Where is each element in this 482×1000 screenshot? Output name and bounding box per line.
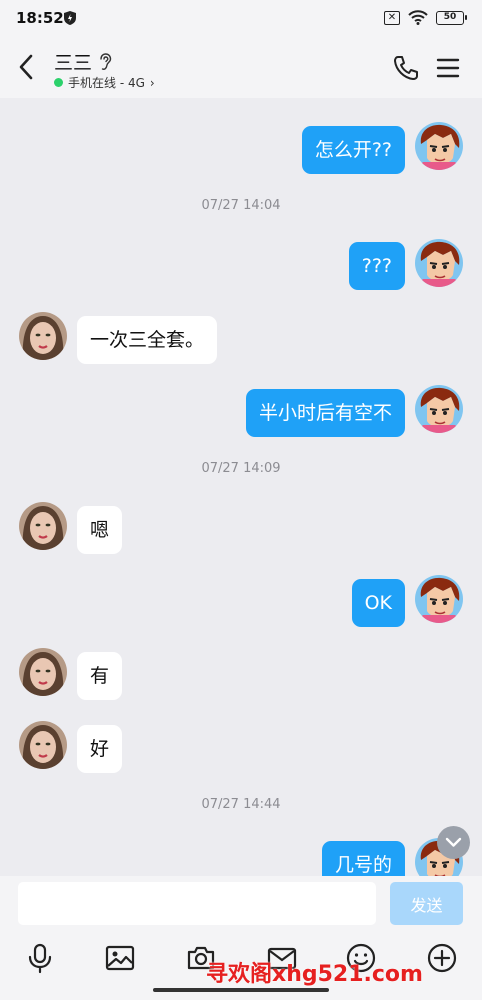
phone-call-button[interactable] xyxy=(392,54,420,82)
cartoon-avatar-image xyxy=(415,575,463,623)
message-input[interactable] xyxy=(18,882,376,925)
incoming-message[interactable]: 一次三全套。 xyxy=(77,316,218,364)
online-status-text: 手机在线 - 4G xyxy=(68,76,145,90)
contact-avatar[interactable] xyxy=(19,312,67,360)
wifi-icon xyxy=(408,10,428,25)
contact-avatar[interactable] xyxy=(19,502,67,550)
chat-header: 三三 手机在线 - 4G › xyxy=(0,38,482,98)
my-avatar[interactable] xyxy=(415,239,463,287)
online-status[interactable]: 手机在线 - 4G › xyxy=(54,74,155,91)
plus-icon[interactable] xyxy=(426,942,458,974)
watermark-text: 寻欢阁xhg521.com xyxy=(206,962,423,987)
photo-avatar-image xyxy=(19,312,67,360)
status-bar: 18:52 ✕ 50 xyxy=(0,0,482,38)
cartoon-avatar-image xyxy=(415,122,463,170)
outgoing-message[interactable]: 怎么开?? xyxy=(301,126,405,174)
chevron-down-icon xyxy=(445,837,462,847)
contact-name: 三三 xyxy=(54,52,93,74)
outgoing-message[interactable]: OK xyxy=(351,579,405,627)
shield-icon xyxy=(64,11,76,25)
outgoing-message[interactable]: 半小时后有空不 xyxy=(245,389,405,437)
cartoon-avatar-image xyxy=(415,239,463,287)
outgoing-message[interactable]: ??? xyxy=(348,242,405,290)
ear-icon xyxy=(100,52,112,70)
incoming-message[interactable]: 好 xyxy=(77,725,123,773)
contact-title-row[interactable]: 三三 xyxy=(54,48,112,75)
battery-icon: 50 xyxy=(436,10,467,25)
mic-icon[interactable] xyxy=(24,942,56,974)
my-avatar[interactable] xyxy=(415,122,463,170)
image-icon[interactable] xyxy=(104,942,136,974)
scroll-to-bottom-button[interactable] xyxy=(437,826,470,859)
message-list[interactable]: 怎么开?? 07/27 14:04 ??? 一次三全套。 半小时后有空不 07/… xyxy=(0,98,482,876)
photo-avatar-image xyxy=(19,648,67,696)
contact-avatar[interactable] xyxy=(19,721,67,769)
message-timestamp: 07/27 14:04 xyxy=(201,198,281,213)
my-avatar[interactable] xyxy=(415,575,463,623)
message-timestamp: 07/27 14:44 xyxy=(201,797,281,812)
send-button[interactable]: 发送 xyxy=(390,882,463,925)
home-indicator[interactable] xyxy=(153,988,329,992)
outgoing-message[interactable]: 几号的 xyxy=(321,841,405,876)
contact-avatar[interactable] xyxy=(19,648,67,696)
status-indicators: ✕ 50 xyxy=(384,10,467,25)
no-sim-icon: ✕ xyxy=(384,10,400,25)
photo-avatar-image xyxy=(19,721,67,769)
message-input-bar: 发送 xyxy=(0,876,482,934)
status-time: 18:52 xyxy=(16,9,64,27)
menu-button[interactable] xyxy=(436,56,460,80)
incoming-message[interactable]: 嗯 xyxy=(77,506,123,554)
chevron-right-icon: › xyxy=(149,75,155,90)
incoming-message[interactable]: 有 xyxy=(77,652,123,700)
cartoon-avatar-image xyxy=(415,385,463,433)
back-button[interactable] xyxy=(14,52,40,82)
message-timestamp: 07/27 14:09 xyxy=(201,461,281,476)
online-indicator xyxy=(54,78,63,87)
photo-avatar-image xyxy=(19,502,67,550)
my-avatar[interactable] xyxy=(415,385,463,433)
